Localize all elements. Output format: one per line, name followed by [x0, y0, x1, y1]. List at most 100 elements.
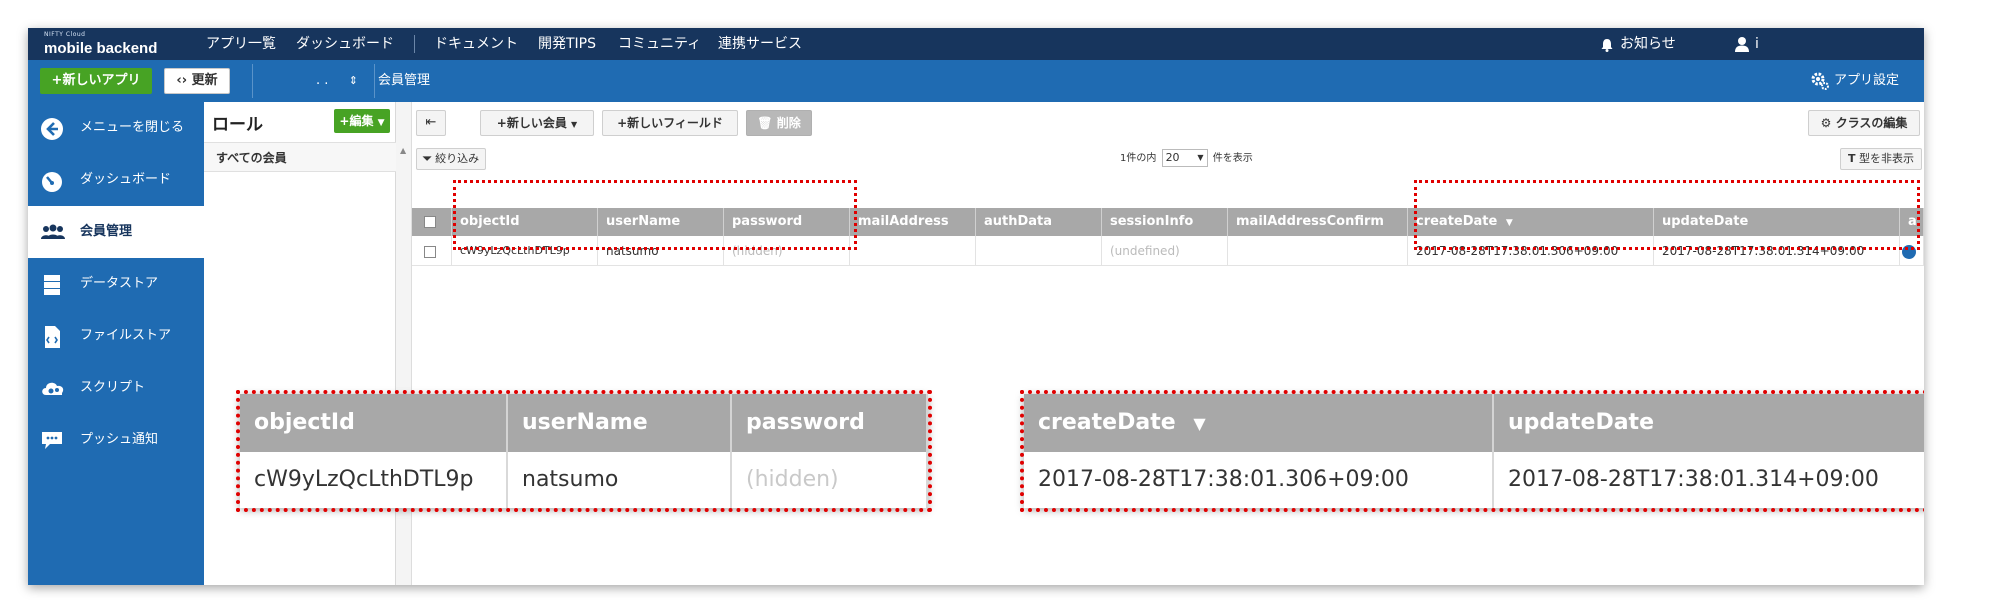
- column-header-sessioninfo[interactable]: sessionInfo: [1102, 208, 1228, 236]
- role-item-all-members[interactable]: すべての会員: [204, 142, 396, 172]
- sidebar-item-label: プッシュ通知: [80, 432, 159, 447]
- paging-suffix: 件を表示: [1212, 153, 1253, 164]
- zoom-header-username: userName: [508, 394, 732, 452]
- hide-types-button[interactable]: T 型を非表示: [1840, 148, 1922, 170]
- cell-password[interactable]: (hidden): [724, 236, 850, 266]
- data-browser: ⇤ +新しい会員 ▼ +新しいフィールド 🗑 削除 ⚙ クラスの編集 ⏷ 絞り込…: [412, 102, 1924, 585]
- column-header-updatedate[interactable]: updateDate: [1654, 208, 1900, 236]
- zoom-cell-createdate: 2017-08-28T17:38:01.306+09:00: [1024, 452, 1494, 508]
- data-table: objectId userName password mailAddress a…: [412, 208, 1924, 266]
- caret-down-icon: ▼: [571, 120, 578, 129]
- cell-createdate[interactable]: 2017-08-28T17:38:01.306+09:00: [1408, 236, 1654, 266]
- cell-partial[interactable]: [1900, 236, 1924, 266]
- arrow-left-circle-icon: [40, 117, 64, 140]
- collapse-panel-button[interactable]: ⇤: [416, 110, 446, 136]
- edit-class-label: クラスの編集: [1835, 116, 1908, 130]
- nav-dev-tips[interactable]: 開発TIPS: [538, 28, 596, 60]
- role-edit-button[interactable]: +編集 ▼: [334, 109, 390, 133]
- delete-button[interactable]: 🗑 削除: [746, 110, 812, 136]
- zoom-cell-password: (hidden): [732, 452, 928, 508]
- nav-community[interactable]: コミュニティ: [618, 28, 701, 60]
- new-field-button[interactable]: +新しいフィールド: [602, 110, 738, 136]
- edit-class-button[interactable]: ⚙ クラスの編集: [1808, 110, 1920, 136]
- toolbar-divider: [252, 64, 253, 98]
- column-header-username[interactable]: userName: [598, 208, 724, 236]
- users-icon: [40, 221, 65, 243]
- toggle-icon[interactable]: [1902, 244, 1916, 259]
- column-header-createdate[interactable]: createDate ▼: [1408, 208, 1654, 236]
- sidebar-item-label: メニューを閉じる: [80, 120, 185, 135]
- paging-control: 1件の内 20 ▼ 件を表示: [1120, 148, 1253, 170]
- cell-updatedate[interactable]: 2017-08-28T17:38:01.314+09:00: [1654, 236, 1900, 266]
- zoom-header-updatedate: updateDate: [1494, 394, 1924, 452]
- row-select-cell[interactable]: [412, 236, 452, 266]
- sidebar-item-filestore[interactable]: ファイルストア: [28, 310, 204, 362]
- delete-label: 削除: [776, 116, 801, 130]
- paging-prefix: 1件の内: [1120, 153, 1157, 164]
- column-header-authdata[interactable]: authData: [976, 208, 1102, 236]
- sidebar-item-datastore[interactable]: データストア: [28, 258, 204, 310]
- role-item-label: すべての会員: [216, 151, 287, 165]
- zoom-header-label: createDate: [1038, 410, 1176, 435]
- row-checkbox[interactable]: [424, 245, 436, 258]
- sort-desc-icon: ▼: [1193, 414, 1206, 433]
- sidebar-item-label: ファイルストア: [80, 328, 172, 343]
- cell-mailaddressconfirm[interactable]: [1228, 236, 1408, 266]
- column-header-mailaddressconfirm[interactable]: mailAddressConfirm: [1228, 208, 1408, 236]
- logo-text: mobile backend: [44, 40, 158, 57]
- app-settings-link[interactable]: アプリ設定: [1834, 60, 1899, 102]
- chat-bubble-icon: [40, 429, 64, 451]
- new-member-button[interactable]: +新しい会員 ▼: [480, 110, 594, 136]
- panel-scrollbar[interactable]: ▲: [396, 102, 412, 585]
- sidebar-item-script[interactable]: スクリプト: [28, 362, 204, 414]
- cloud-script-icon: [40, 377, 64, 399]
- select-all-cell[interactable]: [412, 208, 452, 236]
- gauge-icon: [40, 169, 64, 192]
- user-name[interactable]: i: [1755, 28, 1759, 60]
- filter-label: 絞り込み: [435, 152, 480, 165]
- select-all-checkbox[interactable]: [424, 215, 436, 228]
- logo-small-text: NIFTY Cloud: [44, 31, 86, 38]
- column-header-objectid[interactable]: objectId: [452, 208, 598, 236]
- new-app-button[interactable]: +新しいアプリ: [40, 68, 152, 94]
- cell-sessioninfo[interactable]: (undefined): [1102, 236, 1228, 266]
- sidebar-item-users[interactable]: 会員管理: [28, 206, 204, 258]
- sidebar-item-dashboard[interactable]: ダッシュボード: [28, 154, 204, 206]
- cell-mailaddress[interactable]: [850, 236, 976, 266]
- refresh-icon: ‹›: [176, 73, 188, 88]
- zoom-callout-right: createDate ▼ updateDate 2017-08-28T17:38…: [1024, 394, 1924, 508]
- column-header-partial[interactable]: a: [1900, 208, 1924, 236]
- nav-app-list[interactable]: アプリ一覧: [206, 28, 276, 60]
- cell-authdata[interactable]: [976, 236, 1102, 266]
- column-header-mailaddress[interactable]: mailAddress: [850, 208, 976, 236]
- app-selector[interactable]: . . ⇕: [260, 68, 360, 94]
- zoom-header-createdate: createDate ▼: [1024, 394, 1494, 452]
- refresh-button[interactable]: ‹› 更新: [164, 68, 230, 94]
- nav-dashboard[interactable]: ダッシュボード: [296, 28, 394, 60]
- sidebar-item-close-menu[interactable]: メニューを閉じる: [28, 102, 204, 154]
- notifications-link[interactable]: お知らせ: [1620, 28, 1676, 60]
- sort-desc-icon[interactable]: ▼: [1506, 218, 1513, 228]
- zoom-header-password: password: [732, 394, 928, 452]
- bell-icon[interactable]: [1600, 37, 1614, 52]
- sidebar-item-label: データストア: [80, 276, 159, 291]
- filter-button[interactable]: ⏷ 絞り込み: [416, 148, 486, 170]
- logo[interactable]: NIFTY Cloud mobile backend: [44, 31, 166, 57]
- nav-integrations[interactable]: 連携サービス: [718, 28, 802, 60]
- user-icon[interactable]: [1734, 36, 1750, 52]
- page-size-select[interactable]: 20 ▼: [1161, 149, 1208, 167]
- new-member-label: +新しい会員: [496, 116, 567, 130]
- sidebar: メニューを閉じる ダッシュボード 会員管理 データストア ファイルストア スクリ…: [28, 102, 204, 585]
- cell-objectid[interactable]: cW9yLzQcLthDTL9p: [452, 236, 598, 266]
- role-panel-title: ロール: [212, 115, 263, 135]
- indent-icon: ⇤: [425, 115, 437, 130]
- app-window: NIFTY Cloud mobile backend アプリ一覧 ダッシュボード…: [28, 28, 1924, 585]
- scroll-up-icon[interactable]: ▲: [400, 146, 406, 155]
- nav-documents[interactable]: ドキュメント: [434, 28, 518, 60]
- sidebar-item-push[interactable]: プッシュ通知: [28, 414, 204, 466]
- caret-down-icon: ▼: [1197, 153, 1204, 162]
- gears-icon[interactable]: [1810, 71, 1830, 91]
- cell-username[interactable]: natsumo: [598, 236, 724, 266]
- column-header-password[interactable]: password: [724, 208, 850, 236]
- gear-icon: ⚙: [1820, 116, 1832, 130]
